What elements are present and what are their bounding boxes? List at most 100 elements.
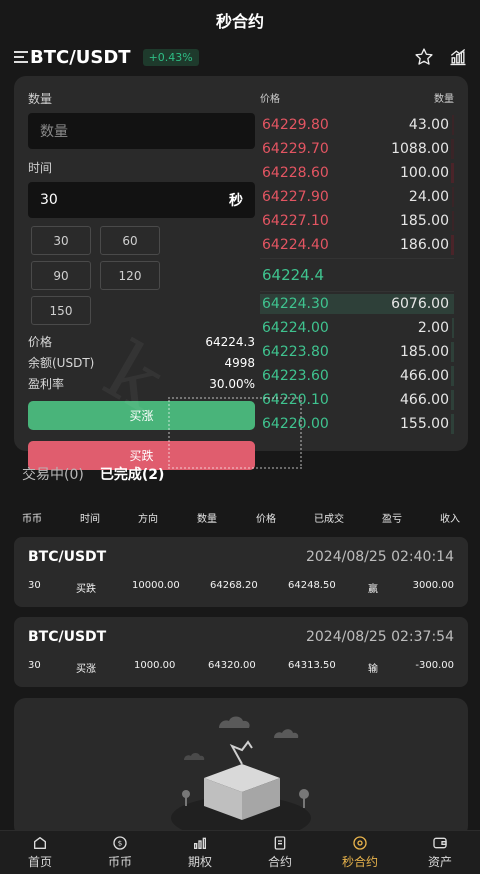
order-result: 赢 xyxy=(368,584,378,595)
order-time: 30 xyxy=(28,580,41,591)
watermark-box xyxy=(168,397,302,469)
ask-row[interactable]: 64227.10 185.00 xyxy=(260,209,454,233)
col-header: 数量 xyxy=(197,514,217,525)
qty-input[interactable]: 数量 xyxy=(28,113,255,149)
pair-bar: BTC/USDT +0.43% xyxy=(0,40,480,74)
order-card[interactable]: BTC/USDT 2024/08/25 02:37:54 30 买涨 1000.… xyxy=(14,617,468,687)
time-options: 30 60 90 120 150 xyxy=(28,226,228,325)
nav-label: 资产 xyxy=(427,855,452,869)
ask-qty: 1088.00 xyxy=(391,141,449,157)
menu-icon[interactable] xyxy=(14,51,28,63)
bid-row[interactable]: 64224.30 6076.00 xyxy=(260,292,454,316)
order-filled: 64248.50 xyxy=(288,580,336,591)
star-icon[interactable] xyxy=(414,47,434,67)
document-icon xyxy=(274,836,286,850)
time-input[interactable]: 30 秒 xyxy=(28,182,255,218)
order-price: 64268.20 xyxy=(210,580,258,591)
col-header: 已成交 xyxy=(314,514,344,525)
empty-box-illustration xyxy=(171,716,311,838)
price-row: 价格 64224.3 xyxy=(28,331,255,352)
ask-price: 64224.40 xyxy=(262,237,329,253)
ask-row[interactable]: 64229.70 1088.00 xyxy=(260,137,454,161)
bid-qty: 466.00 xyxy=(400,368,449,384)
time-option-button[interactable]: 30 xyxy=(31,226,91,255)
ask-qty: 185.00 xyxy=(400,213,449,229)
bid-row[interactable]: 64223.80 185.00 xyxy=(260,340,454,364)
nav-label: 期权 xyxy=(187,855,212,869)
ask-row[interactable]: 64227.90 24.00 xyxy=(260,185,454,209)
pair-symbol[interactable]: BTC/USDT xyxy=(30,47,131,68)
nav-label: 币币 xyxy=(107,855,132,869)
ask-price: 64227.10 xyxy=(262,213,329,229)
order-datetime: 2024/08/25 02:40:14 xyxy=(305,549,454,565)
ask-row[interactable]: 64224.40 186.00 xyxy=(260,233,454,257)
time-label: 时间 xyxy=(28,161,53,175)
price-value: 64224.3 xyxy=(205,334,255,349)
bid-price: 64223.60 xyxy=(262,368,329,384)
order-amount: 10000.00 xyxy=(132,580,180,591)
ask-qty: 100.00 xyxy=(400,165,449,181)
ask-price: 64229.70 xyxy=(262,141,329,157)
nav-home[interactable]: 首页 xyxy=(0,831,80,874)
coin-icon: $ xyxy=(113,836,127,850)
time-value: 30 xyxy=(40,192,58,208)
balance-value: 4998 xyxy=(224,355,255,370)
order-result: 输 xyxy=(368,664,378,675)
order-book: 价格 数量 64229.80 43.00 64229.70 1088.00 6422… xyxy=(260,90,454,436)
col-header: 盈亏 xyxy=(382,514,402,525)
last-price: 64224.4 xyxy=(260,258,454,292)
empty-state xyxy=(14,698,468,838)
ask-row[interactable]: 64228.60 100.00 xyxy=(260,161,454,185)
ask-qty: 43.00 xyxy=(408,117,449,133)
bottom-nav: 首页 $ 币币 期权 合约 秒合约 资产 xyxy=(0,830,480,874)
nav-coin[interactable]: $ 币币 xyxy=(80,831,160,874)
time-unit: 秒 xyxy=(229,193,243,209)
tab-trading[interactable]: 交易中(0) xyxy=(22,464,84,484)
order-direction: 买涨 xyxy=(76,664,96,675)
bid-price: 64224.00 xyxy=(262,320,329,336)
svg-text:$: $ xyxy=(118,839,123,848)
profit-value: 30.00% xyxy=(209,376,255,391)
bid-price: 64223.80 xyxy=(262,344,329,360)
trade-panel: 数量 数量 时间 30 秒 30 60 90 120 150 价格 64224.… xyxy=(14,76,468,470)
order-price: 64320.00 xyxy=(208,660,256,671)
time-option-button[interactable]: 60 xyxy=(100,226,160,255)
chart-icon[interactable] xyxy=(448,47,468,67)
ask-row[interactable]: 64229.80 43.00 xyxy=(260,113,454,137)
ob-qty-header: 数量 xyxy=(434,94,454,105)
order-time: 30 xyxy=(28,660,41,671)
time-option-button[interactable]: 90 xyxy=(31,261,91,290)
page-title: 秒合约 xyxy=(215,12,264,31)
col-header: 方向 xyxy=(138,514,158,525)
change-badge: +0.43% xyxy=(142,48,199,66)
bid-price: 64224.30 xyxy=(262,296,329,312)
bid-qty: 2.00 xyxy=(417,320,449,336)
col-header: 时间 xyxy=(80,514,100,525)
nav-assets[interactable]: 资产 xyxy=(400,831,480,874)
bid-qty: 466.00 xyxy=(400,392,449,408)
home-icon xyxy=(34,837,46,849)
tab-completed[interactable]: 已完成(2) xyxy=(100,464,165,484)
order-income: -300.00 xyxy=(415,660,454,671)
qty-placeholder: 数量 xyxy=(40,124,68,140)
price-label: 价格 xyxy=(28,335,53,349)
profit-row: 盈利率 30.00% xyxy=(28,373,255,394)
time-option-button[interactable]: 150 xyxy=(31,296,91,325)
bid-qty: 185.00 xyxy=(400,344,449,360)
order-card[interactable]: BTC/USDT 2024/08/25 02:40:14 30 买跌 10000… xyxy=(14,537,468,607)
nav-second-contract[interactable]: 秒合约 xyxy=(320,831,400,874)
time-option-button[interactable]: 120 xyxy=(100,261,160,290)
orders-column-header: 币币 时间 方向 数量 价格 已成交 盈亏 收入 xyxy=(0,510,480,526)
ask-qty: 186.00 xyxy=(400,237,449,253)
bid-qty: 155.00 xyxy=(400,416,449,432)
ask-price: 64228.60 xyxy=(262,165,329,181)
order-filled: 64313.50 xyxy=(288,660,336,671)
balance-label: 余额(USDT) xyxy=(28,356,95,370)
bid-row[interactable]: 64223.60 466.00 xyxy=(260,364,454,388)
order-income: 3000.00 xyxy=(412,580,454,591)
bars-icon xyxy=(194,837,206,849)
nav-options[interactable]: 期权 xyxy=(160,831,240,874)
order-amount: 1000.00 xyxy=(134,660,176,671)
bid-row[interactable]: 64224.00 2.00 xyxy=(260,316,454,340)
nav-contract[interactable]: 合约 xyxy=(240,831,320,874)
